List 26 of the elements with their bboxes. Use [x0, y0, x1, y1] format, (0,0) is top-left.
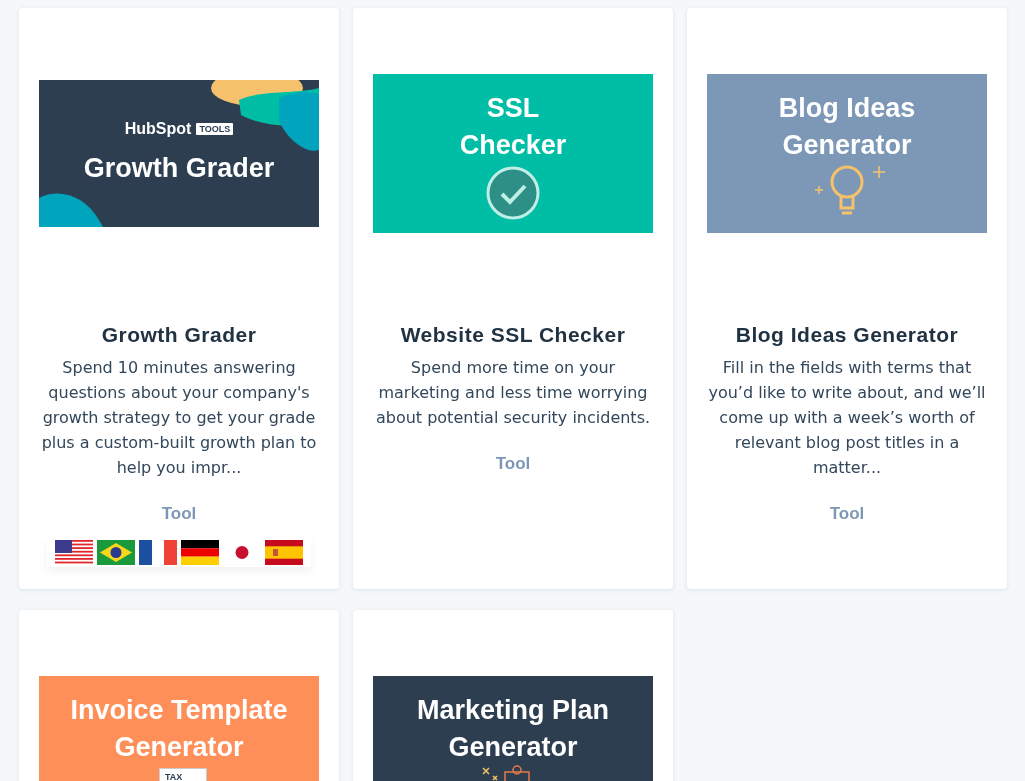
card-title[interactable]: Website SSL Checker [400, 322, 626, 348]
tools-badge: TOOLS [196, 122, 234, 135]
tool-card[interactable]: Invoice Template Generator TAX [19, 610, 339, 781]
banner-title: SSL [486, 91, 540, 125]
card-type-label: Tool [161, 504, 197, 524]
card-description: Spend more time on your marketing and less time worrying about potential security incidents. [374, 357, 652, 429]
banner-title: Generator [782, 128, 912, 162]
card-description: Fill in the fields with terms that you’d like to write about, and we’ll come up with a week’s worth of relevant blog post titles in a matter... [707, 357, 987, 479]
card-type-label: Tool [829, 504, 865, 524]
banner-title: Growth Grader [83, 151, 275, 185]
tool-card[interactable]: HubSpot TOOLS Growth Grader Growth Grader Spend 10 minutes answering questions about your company's growth strategy to get your grade plus a custom-built growth plan to help you impr... Tool [19, 8, 339, 589]
banner-title: Blog Ideas [778, 91, 916, 125]
banner-title: Checker [459, 128, 567, 162]
tool-card[interactable]: Blog Ideas Generator Blog Ideas Generator Fill in the fields with terms that you’d like to write about, and we’ll come up with a week’s worth of relevant blog post titles in a matter... Tool [687, 8, 1007, 589]
card-title[interactable]: Blog Ideas Generator [735, 322, 959, 348]
brand-logo: HubSpot [124, 119, 192, 138]
card-description: Spend 10 minutes answering questions about your company's growth strategy to get your grade plus a custom-built growth plan to help you impr... [40, 357, 318, 479]
tool-card[interactable]: Marketing Plan Generator [353, 610, 673, 781]
banner-title: Generator [448, 730, 578, 764]
tool-card[interactable]: SSL Checker Website SSL Checker Spend more time on your marketing and less time worrying about potential security incidents. Tool [353, 8, 673, 589]
banner-title: Marketing Plan [416, 693, 609, 727]
card-type-label: Tool [495, 454, 531, 474]
banner-title: Generator [114, 730, 244, 764]
banner-title: Invoice Template [70, 693, 288, 727]
card-title[interactable]: Growth Grader [101, 322, 257, 348]
tax-document-icon: TAX [159, 767, 207, 781]
